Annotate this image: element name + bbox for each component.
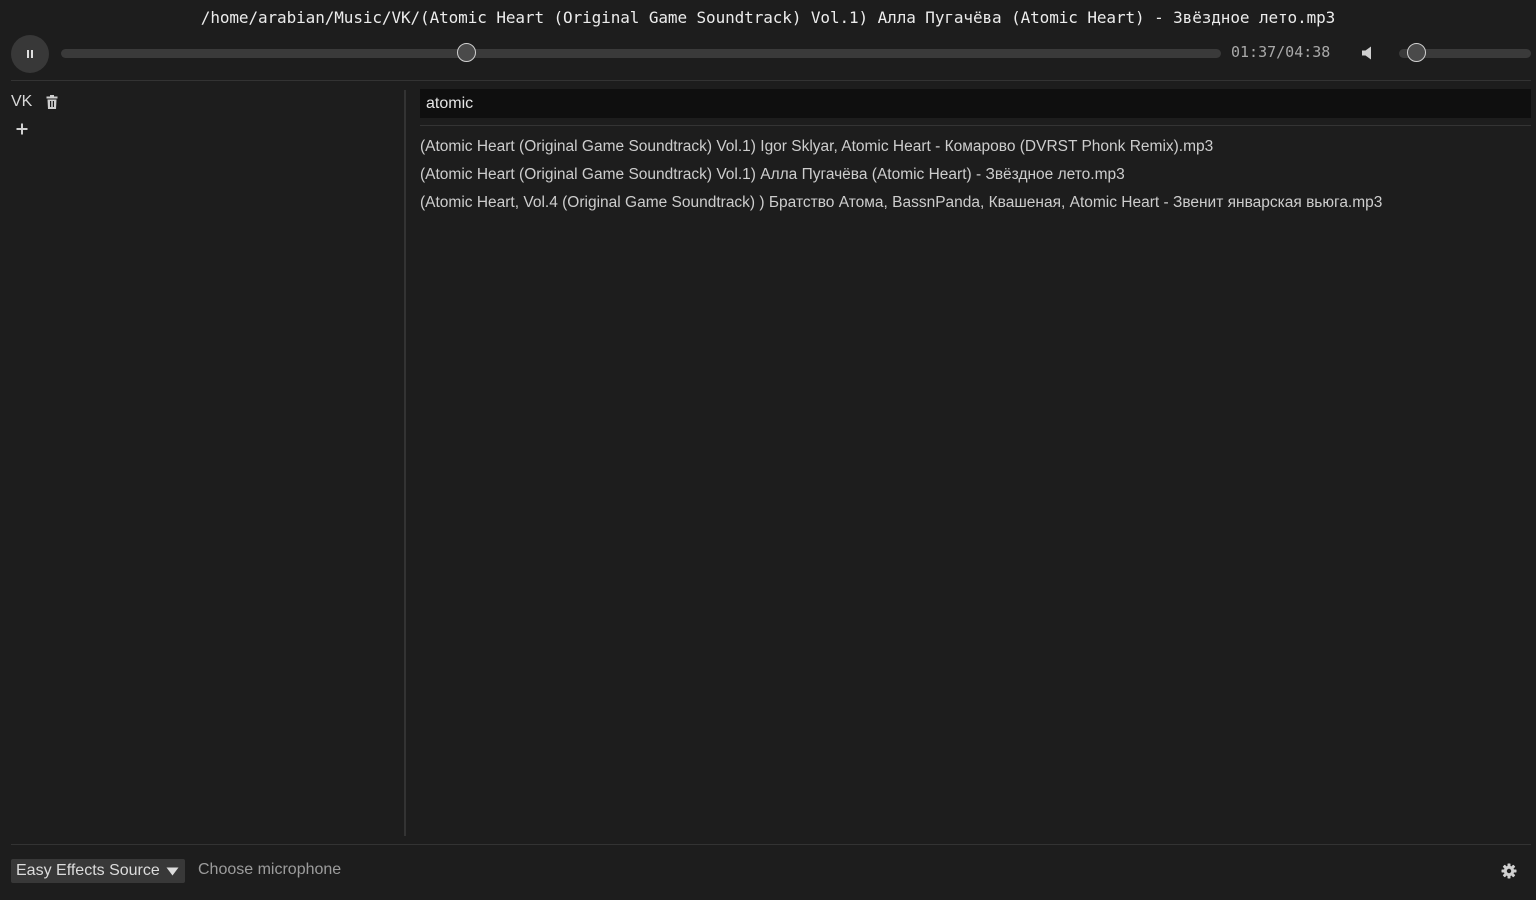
track-item[interactable]: (Atomic Heart (Original Game Soundtrack)… bbox=[420, 133, 1531, 161]
search-input[interactable] bbox=[420, 89, 1531, 118]
playlist-sidebar: VK bbox=[0, 82, 404, 837]
sidebar-divider bbox=[404, 90, 406, 836]
pause-icon bbox=[27, 50, 33, 58]
input-source-dropdown[interactable]: Easy Effects Source bbox=[11, 859, 185, 883]
music-player-window: /home/arabian/Music/VK/(Atomic Heart (Or… bbox=[0, 0, 1536, 900]
search-divider bbox=[420, 125, 1531, 126]
playback-time: 01:37/04:38 bbox=[1231, 43, 1331, 61]
add-icon[interactable] bbox=[15, 122, 29, 136]
seek-track bbox=[61, 49, 1221, 58]
seek-handle[interactable] bbox=[457, 43, 477, 62]
track-item[interactable]: (Atomic Heart (Original Game Soundtrack)… bbox=[420, 161, 1531, 189]
microphone-hint: Choose microphone bbox=[198, 861, 342, 878]
gear-icon[interactable] bbox=[1501, 863, 1517, 879]
trash-icon[interactable] bbox=[46, 95, 58, 109]
header-divider bbox=[11, 80, 1531, 81]
input-source-label: Easy Effects Source bbox=[16, 862, 160, 879]
chevron-down-icon bbox=[166, 867, 179, 875]
playlist-name[interactable]: VK bbox=[11, 93, 32, 111]
seek-slider[interactable] bbox=[61, 43, 1221, 62]
track-item[interactable]: (Atomic Heart, Vol.4 (Original Game Soun… bbox=[420, 189, 1531, 217]
playlist-item-vk[interactable]: VK bbox=[11, 92, 58, 112]
footer-divider bbox=[11, 844, 1531, 845]
volume-icon[interactable] bbox=[1361, 45, 1375, 61]
now-playing-title: /home/arabian/Music/VK/(Atomic Heart (Or… bbox=[200, 8, 1336, 27]
volume-handle[interactable] bbox=[1407, 43, 1427, 62]
track-list: (Atomic Heart (Original Game Soundtrack)… bbox=[420, 133, 1531, 217]
volume-slider[interactable] bbox=[1399, 43, 1531, 62]
pause-button[interactable] bbox=[11, 35, 49, 73]
